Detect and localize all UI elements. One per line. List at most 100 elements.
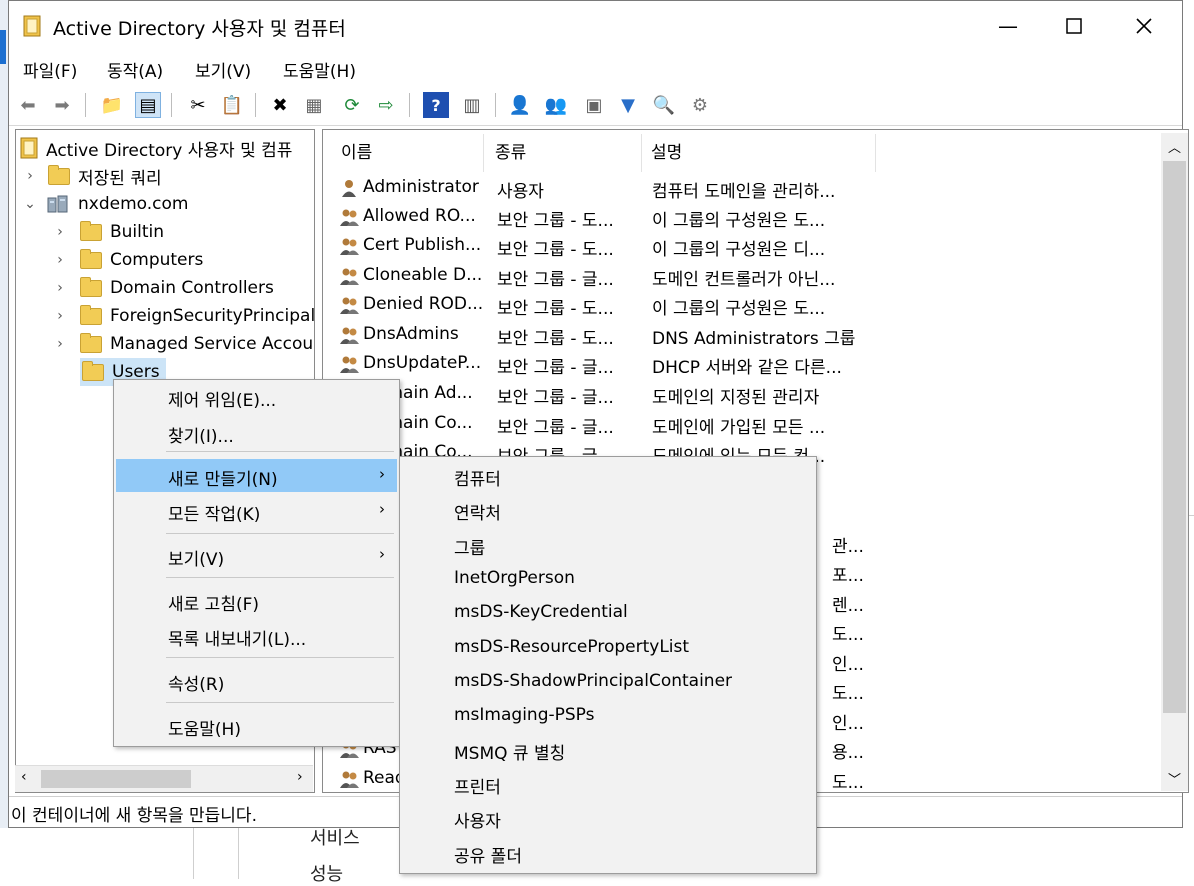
menu-action[interactable]: 동작(A) <box>107 57 163 82</box>
title-bar[interactable]: Active Directory 사용자 및 컴퓨터 — <box>9 1 1182 51</box>
chevron-right-icon[interactable]: › <box>50 224 70 240</box>
menu-item-help[interactable]: 도움말(H) <box>116 709 397 742</box>
scrollbar-thumb[interactable] <box>41 770 191 788</box>
cell-fragment: 도... <box>832 684 864 704</box>
paste-icon[interactable]: 📋 <box>219 92 245 118</box>
delete-icon[interactable]: ✖ <box>267 92 293 118</box>
tree-item-label: Computers <box>110 250 204 270</box>
submenu-item-msmq-queue-alias[interactable]: MSMQ 큐 별칭 <box>454 739 565 764</box>
menu-item-find[interactable]: 찾기(I)... <box>116 416 397 449</box>
chevron-right-icon[interactable]: › <box>50 336 70 352</box>
menu-item-export-list[interactable]: 목록 내보내기(L)... <box>116 619 397 652</box>
cut-icon[interactable]: ✂ <box>185 92 211 118</box>
chevron-right-icon[interactable]: › <box>20 168 40 184</box>
scroll-down-icon[interactable]: ﹀ <box>1168 769 1181 788</box>
column-divider[interactable] <box>641 134 642 172</box>
new-user-icon[interactable]: 👤 <box>507 92 533 118</box>
folder-icon <box>80 220 102 241</box>
menu-item-all-tasks[interactable]: 모든 작업(K) › <box>116 494 397 527</box>
column-divider[interactable] <box>483 134 484 172</box>
scroll-up-icon[interactable]: ︿ <box>1168 137 1181 156</box>
maximize-button[interactable] <box>1051 1 1097 51</box>
close-button[interactable] <box>1121 1 1167 51</box>
maximize-icon <box>1066 18 1082 34</box>
column-divider[interactable] <box>875 134 876 172</box>
cell-fragment: 관... <box>832 537 864 557</box>
submenu-item-computer[interactable]: 컴퓨터 <box>454 465 501 490</box>
show-hide-action-pane-icon[interactable]: ▥ <box>459 92 485 118</box>
tree-root[interactable]: Active Directory 사용자 및 컴퓨 <box>18 134 292 162</box>
scroll-right-icon[interactable]: › <box>297 769 303 785</box>
background-divider <box>193 828 194 879</box>
menu-file[interactable]: 파일(F) <box>23 57 77 82</box>
menu-item-delegate-control[interactable]: 제어 위임(E)... <box>116 380 397 413</box>
submenu-item-msds-resourcepropertylist[interactable]: msDS-ResourcePropertyList <box>454 637 689 657</box>
tree-item-builtin[interactable]: › Builtin <box>50 218 164 246</box>
column-header-type[interactable]: 종류 <box>495 138 526 163</box>
forward-icon[interactable]: ➡ <box>49 92 75 118</box>
toolbar-separator <box>409 93 410 117</box>
group-icon <box>340 327 359 344</box>
find-icon[interactable]: 🔍 <box>651 92 677 118</box>
menu-item-view[interactable]: 보기(V) › <box>116 539 397 572</box>
menu-separator <box>166 657 394 658</box>
tree-item-managed-service-accounts[interactable]: › Managed Service Accou <box>50 330 313 358</box>
new-ou-icon[interactable]: ▣ <box>581 92 607 118</box>
refresh-icon[interactable]: ⟳ <box>339 92 365 118</box>
submenu-item-printer[interactable]: 프린터 <box>454 773 501 798</box>
menu-help[interactable]: 도움말(H) <box>283 57 356 82</box>
submenu-item-shared-folder[interactable]: 공유 폴더 <box>454 842 522 867</box>
tree-item-saved-queries[interactable]: › 저장된 쿼리 <box>20 162 162 190</box>
tree-item-foreign-security-principals[interactable]: › ForeignSecurityPrincipal: <box>50 302 314 330</box>
menu-item-properties[interactable]: 속성(R) <box>116 664 397 697</box>
properties-icon[interactable]: ▦ <box>301 92 327 118</box>
submenu-item-user[interactable]: 사용자 <box>454 807 501 832</box>
tree-horizontal-scrollbar[interactable]: ‹ › <box>15 765 313 792</box>
tree-item-domain-controllers[interactable]: › Domain Controllers <box>50 274 274 302</box>
chevron-right-icon[interactable]: › <box>50 308 70 324</box>
column-header-name[interactable]: 이름 <box>341 138 372 163</box>
add-to-group-icon[interactable]: ⚙ <box>687 92 713 118</box>
menu-item-refresh[interactable]: 새로 고침(F) <box>116 584 397 617</box>
chevron-right-icon: › <box>379 500 385 518</box>
folder-icon <box>80 304 102 325</box>
menu-view[interactable]: 보기(V) <box>195 57 251 82</box>
submenu-item-contact[interactable]: 연락처 <box>454 499 501 524</box>
chevron-right-icon: › <box>379 545 385 563</box>
chevron-right-icon[interactable]: › <box>50 280 70 296</box>
chevron-right-icon: › <box>379 465 385 483</box>
submenu-item-msds-shadowprincipalcontainer[interactable]: msDS-ShadowPrincipalContainer <box>454 671 732 691</box>
submenu-item-msds-keycredential[interactable]: msDS-KeyCredential <box>454 602 628 622</box>
ad-root-icon <box>20 137 38 159</box>
toolbar-separator <box>255 93 256 117</box>
group-icon <box>340 297 359 314</box>
menu-separator <box>166 702 394 703</box>
tree-item-label: Managed Service Accou <box>110 334 314 354</box>
chevron-down-icon[interactable]: ⌄ <box>20 196 40 212</box>
chevron-right-icon[interactable]: › <box>50 252 70 268</box>
show-console-tree-icon[interactable]: ▤ <box>135 92 161 118</box>
back-icon[interactable]: ⬅ <box>15 92 41 118</box>
status-text: 이 컨테이너에 새 항목을 만듭니다. <box>11 806 257 826</box>
desktop-background <box>0 0 8 879</box>
tree-item-computers[interactable]: › Computers <box>50 246 203 274</box>
menu-separator <box>166 577 394 578</box>
minimize-button[interactable]: — <box>985 1 1031 51</box>
menu-item-new[interactable]: 새로 만들기(N) › <box>116 459 397 492</box>
export-list-icon[interactable]: ⇨ <box>373 92 399 118</box>
scrollbar-thumb[interactable] <box>1163 161 1186 713</box>
cell-fragment: 도... <box>832 773 864 793</box>
scroll-left-icon[interactable]: ‹ <box>21 769 27 785</box>
toolbar: ⬅ ➡ 📁 ▤ ✂ 📋 ✖ ▦ ⟳ ⇨ ? ▥ 👤 👥 ▣ ▼ 🔍 ⚙ <box>9 87 1182 126</box>
submenu-item-inetorgperson[interactable]: InetOrgPerson <box>454 568 575 588</box>
tree-item-domain[interactable]: ⌄ nxdemo.com <box>20 190 188 218</box>
submenu-item-msimaging-psps[interactable]: msImaging-PSPs <box>454 705 594 725</box>
window-title: Active Directory 사용자 및 컴퓨터 <box>53 18 346 40</box>
help-icon[interactable]: ? <box>423 92 449 118</box>
up-folder-icon[interactable]: 📁 <box>99 92 125 118</box>
submenu-item-group[interactable]: 그룹 <box>454 534 485 559</box>
filter-icon[interactable]: ▼ <box>615 92 641 118</box>
cell-fragment: 용... <box>832 743 864 763</box>
column-header-description[interactable]: 설명 <box>651 138 682 163</box>
new-group-icon[interactable]: 👥 <box>543 92 569 118</box>
